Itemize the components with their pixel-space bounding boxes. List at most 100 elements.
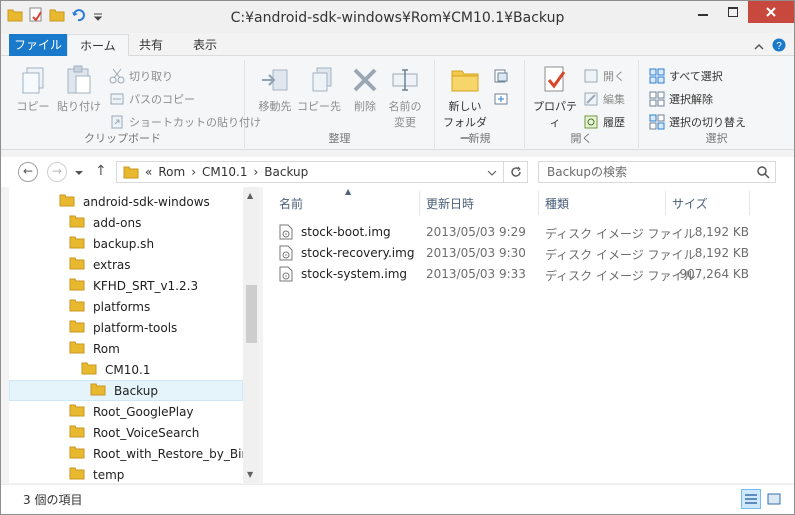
nav-pane-scrollbar[interactable]: ▲ ▼: [243, 187, 259, 483]
easy-access-icon: [494, 93, 508, 105]
tree-item[interactable]: Root_VoiceSearch: [69, 422, 199, 443]
up-button[interactable]: ↑: [95, 163, 107, 179]
search-icon[interactable]: [757, 166, 790, 182]
column-divider[interactable]: [749, 191, 750, 215]
column-divider[interactable]: [665, 191, 666, 215]
select-none-button[interactable]: 選択解除: [649, 89, 713, 109]
tree-item-label: Root_VoiceSearch: [93, 425, 200, 440]
tab-file[interactable]: ファイル: [9, 34, 67, 56]
tree-item[interactable]: backup.sh: [69, 233, 154, 254]
copy-path-button[interactable]: パスのコピー: [109, 89, 195, 109]
tab-view[interactable]: 表示: [181, 34, 229, 56]
open-button[interactable]: 開く: [583, 66, 625, 86]
move-to-icon: [259, 64, 291, 96]
tree-item[interactable]: platform-tools: [69, 317, 177, 338]
breadcrumb-rom[interactable]: Rom: [158, 165, 185, 179]
cut-button[interactable]: 切り取り: [109, 66, 173, 86]
address-bar[interactable]: « Rom › CM10.1 › Backup: [116, 161, 528, 183]
folder-icon: [81, 361, 97, 378]
breadcrumb-separator-icon[interactable]: ›: [253, 165, 258, 179]
search-input[interactable]: Backupの検索: [538, 161, 776, 183]
tab-home[interactable]: ホーム: [67, 34, 129, 57]
paste-shortcut-button[interactable]: ショートカットの貼り付け: [109, 112, 261, 132]
address-dropdown-button[interactable]: [487, 166, 497, 180]
paste-button[interactable]: 貼り付け: [53, 64, 105, 114]
tree-item[interactable]: CM10.1: [81, 359, 150, 380]
tab-share[interactable]: 共有: [127, 34, 175, 56]
tree-item[interactable]: extras: [69, 254, 131, 275]
tree-item[interactable]: Rom: [69, 338, 120, 359]
invert-selection-button[interactable]: 選択の切り替え: [649, 112, 746, 132]
scroll-up-icon[interactable]: ▲: [247, 191, 253, 200]
file-row[interactable]: stock-system.img 2013/05/03 9:33 ディスク イメ…: [279, 264, 749, 285]
tree-item[interactable]: Root_GooglePlay: [69, 401, 194, 422]
folder-icon: [69, 424, 85, 441]
refresh-button[interactable]: [503, 162, 527, 182]
window-controls: [688, 1, 794, 23]
edit-button[interactable]: 編集: [583, 89, 625, 109]
tree-item[interactable]: Root_with_Restore_by_Bin: [69, 443, 249, 464]
select-all-icon: [649, 68, 665, 84]
folder-icon: [69, 319, 85, 336]
select-all-button[interactable]: すべて選択: [649, 66, 723, 86]
history-button[interactable]: 履歴: [583, 112, 625, 132]
tree-item[interactable]: temp: [69, 464, 124, 485]
help-icon[interactable]: ?: [772, 38, 786, 55]
rename-button[interactable]: 名前の 変更: [379, 64, 431, 130]
breadcrumb-backup[interactable]: Backup: [264, 165, 308, 179]
large-icons-view-button[interactable]: [764, 489, 784, 509]
new-item-button[interactable]: [493, 66, 509, 86]
history-icon: [584, 115, 598, 129]
column-date-modified[interactable]: 更新日時: [426, 195, 474, 212]
tree-item[interactable]: add-ons: [69, 212, 141, 233]
scroll-down-icon[interactable]: ▼: [247, 470, 253, 479]
file-row[interactable]: stock-recovery.img 2013/05/03 9:30 ディスク …: [279, 243, 749, 264]
properties-button[interactable]: プロパティ: [529, 64, 581, 130]
copy-button[interactable]: コピー: [7, 64, 59, 114]
tree-item-label: CM10.1: [105, 362, 151, 377]
item-count: 3 個の項目: [23, 493, 83, 507]
column-size[interactable]: サイズ: [672, 195, 708, 212]
column-divider[interactable]: [538, 191, 539, 215]
column-type[interactable]: 種類: [545, 195, 569, 212]
open-icon: [584, 69, 598, 83]
properties-icon: [539, 64, 571, 96]
easy-access-button[interactable]: [493, 89, 509, 109]
clipboard-group: コピー 貼り付け 切り取り パスのコピー ショートカットの貼り付け クリップボー…: [1, 60, 261, 148]
column-divider[interactable]: [419, 191, 420, 215]
file-size: 8,192 KB: [694, 225, 749, 239]
forward-button[interactable]: →: [47, 162, 67, 182]
navigation-bar: ← → ↑ « Rom › CM10.1 › Backup Backupの検索: [1, 157, 794, 187]
expand-ribbon-icon[interactable]: [754, 40, 764, 54]
maximize-button[interactable]: [718, 1, 748, 23]
breadcrumb-cm101[interactable]: CM10.1: [202, 165, 247, 179]
tree-item[interactable]: platforms: [69, 296, 150, 317]
disk-image-icon: [279, 245, 293, 264]
recent-locations-button[interactable]: [74, 166, 84, 180]
file-row[interactable]: stock-boot.img 2013/05/03 9:29 ディスク イメージ…: [279, 222, 749, 243]
tree-item-label: platform-tools: [93, 320, 178, 335]
folder-icon: [69, 235, 85, 252]
tree-item-label: android-sdk-windows: [83, 194, 210, 209]
file-name: stock-system.img: [301, 267, 408, 281]
address-overflow[interactable]: «: [145, 165, 152, 179]
tree-item[interactable]: android-sdk-windows: [59, 191, 210, 212]
chevron-down-icon: [487, 170, 497, 176]
copy-icon: [17, 64, 49, 96]
folder-icon: [69, 340, 85, 357]
file-date: 2013/05/03 9:29: [426, 225, 526, 239]
column-name[interactable]: 名前: [279, 195, 303, 212]
tree-item[interactable]: Backup: [9, 380, 243, 401]
scrollbar-thumb[interactable]: [246, 285, 257, 343]
details-view-button[interactable]: [741, 489, 761, 509]
back-button[interactable]: ←: [18, 162, 38, 182]
breadcrumb-separator-icon[interactable]: ›: [191, 165, 196, 179]
minimize-button[interactable]: [688, 1, 718, 23]
clipboard-group-label: クリップボード: [84, 132, 161, 145]
file-size: 8,192 KB: [694, 246, 749, 260]
close-button[interactable]: [748, 1, 794, 23]
maximize-icon: [728, 7, 738, 17]
folder-icon: [69, 466, 85, 483]
tree-item[interactable]: KFHD_SRT_v1.2.3: [69, 275, 198, 296]
copy-to-button[interactable]: コピー先: [293, 64, 345, 114]
